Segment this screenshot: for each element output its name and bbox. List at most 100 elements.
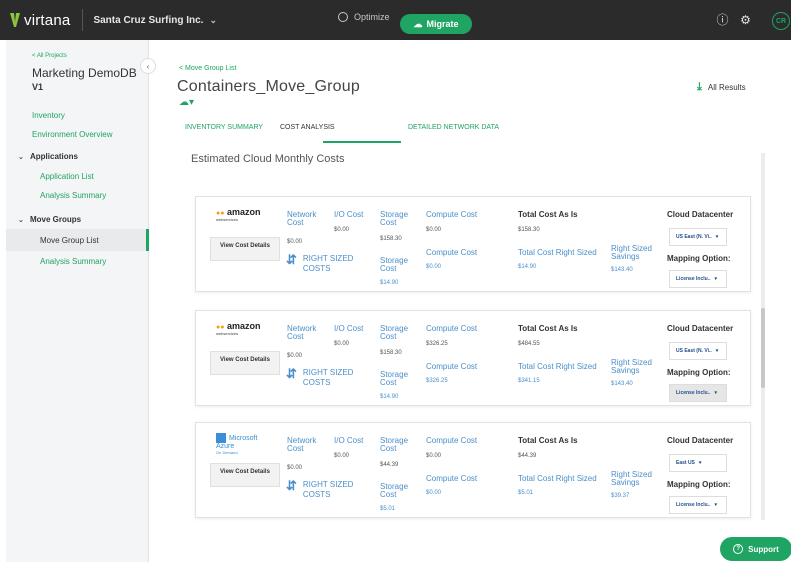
right-sized-costs-label: RIGHT SIZED COSTS <box>302 254 354 273</box>
chevron-down-icon: ▾ <box>714 276 717 282</box>
rs-compute-cost-value: $326.25 <box>426 378 448 384</box>
mapping-option-label: Mapping Option: <box>667 480 731 489</box>
support-label: Support <box>748 544 779 554</box>
compute-cost-value: $326.25 <box>426 341 448 347</box>
vendor-name: amazon <box>226 207 261 217</box>
sidebar-item-environment-overview[interactable]: Environment Overview <box>32 130 112 139</box>
tab-inventory-summary[interactable]: INVENTORY SUMMARY <box>185 124 263 131</box>
compute-cost-label: Compute Cost <box>426 436 478 445</box>
right-sized-costs: ⇵ RIGHT SIZED COSTS <box>286 479 363 500</box>
migrate-button[interactable]: ☁ Migrate <box>400 14 472 34</box>
rs-storage-cost-value: $14.90 <box>380 280 399 286</box>
cloud-upload-icon[interactable]: ☁▾ <box>179 97 194 108</box>
sidebar-section-label: Applications <box>30 152 79 161</box>
mapping-option-select[interactable]: License Inclu.. ▾ <box>669 270 727 288</box>
network-cost-value: $0.00 <box>287 239 303 245</box>
sidebar: < All Projects Marketing DemoDB V1 ‹ Inv… <box>6 40 156 562</box>
sort-icon: ⇵ <box>286 252 297 267</box>
tab-cost-analysis[interactable]: COST ANALYSIS <box>280 124 335 131</box>
right-sized-savings-value: $39.37 <box>611 493 630 499</box>
storage-cost-value: $44.39 <box>380 462 399 468</box>
datacenter-value: US East (N. Vi.. <box>676 234 712 240</box>
aws-icon: ●● <box>216 210 225 217</box>
datacenter-select[interactable]: US East (N. Vi.. ▾ <box>669 228 727 246</box>
right-sized-savings-value: $143.40 <box>611 267 633 273</box>
storage-cost-label: Storage Cost <box>380 436 409 453</box>
rs-storage-cost-label: Storage Cost <box>380 256 409 273</box>
all-results-button[interactable]: ⤓ All Results <box>697 76 767 98</box>
top-bar: virtana Santa Cruz Surfing Inc. ⌄ Optimi… <box>0 0 791 40</box>
view-cost-details-button[interactable]: View Cost Details <box>210 463 280 487</box>
sidebar-item-analysis-summary-2[interactable]: Analysis Summary <box>40 257 106 266</box>
compute-cost-label: Compute Cost <box>426 324 478 333</box>
network-cost-label: Network Cost <box>287 210 317 227</box>
view-cost-details-button[interactable]: View Cost Details <box>210 237 280 261</box>
network-cost-label: Network Cost <box>287 324 317 341</box>
storage-cost-value: $158.30 <box>380 236 402 242</box>
total-cost-as-is-value: $484.55 <box>518 341 540 347</box>
all-projects-link[interactable]: < All Projects <box>32 53 67 59</box>
compute-cost-value: $0.00 <box>426 227 442 233</box>
page-title: Containers_Move_Group <box>177 78 360 95</box>
total-cost-right-sized-label: Total Cost Right Sized <box>518 474 597 483</box>
rs-compute-cost-label: Compute Cost <box>426 248 478 257</box>
mapping-option-value: License Inclu.. <box>676 502 711 508</box>
scrollbar-thumb[interactable] <box>761 308 765 388</box>
datacenter-select[interactable]: East US ▾ <box>669 454 727 472</box>
project-name: Marketing DemoDB <box>32 66 137 80</box>
total-cost-as-is-value: $44.39 <box>518 453 537 459</box>
sidebar-item-inventory[interactable]: Inventory <box>32 111 65 120</box>
divider <box>82 9 84 31</box>
total-cost-as-is-value: $158.30 <box>518 227 540 233</box>
optimize-button[interactable]: Optimize <box>338 12 390 22</box>
sidebar-item-application-list[interactable]: Application List <box>40 172 94 181</box>
logo[interactable]: virtana <box>10 0 70 40</box>
sidebar-section-move-groups[interactable]: ⌄ Move Groups <box>18 215 81 224</box>
io-cost-value: $0.00 <box>334 227 350 233</box>
io-cost-label: I/O Cost <box>334 324 364 333</box>
tab-detailed-network-data[interactable]: DETAILED NETWORK DATA <box>408 124 499 131</box>
rs-storage-cost-value: $14.90 <box>380 394 399 400</box>
breadcrumb[interactable]: < Move Group List <box>179 65 236 72</box>
sidebar-item-move-group-list[interactable]: Move Group List <box>6 229 149 251</box>
right-sized-costs: ⇵ RIGHT SIZED COSTS <box>286 252 363 274</box>
chevron-down-icon: ⌄ <box>18 154 24 161</box>
sidebar-section-applications[interactable]: ⌄ Applications <box>18 152 78 161</box>
mapping-option-select[interactable]: License Inclu.. ▾ <box>669 496 727 514</box>
right-sized-savings-value: $143.40 <box>611 381 633 387</box>
avatar[interactable]: CR <box>772 12 790 30</box>
azure-logo: Microsoft Azure On Demand <box>216 433 276 455</box>
network-cost-value: $0.00 <box>287 465 303 471</box>
mapping-option-select[interactable]: License Inclu.. ▾ <box>669 384 727 402</box>
org-name: Santa Cruz Surfing Inc. <box>93 14 204 26</box>
gear-icon[interactable]: ⚙ <box>739 14 752 27</box>
total-cost-right-sized-label: Total Cost Right Sized <box>518 362 597 371</box>
chevron-down-icon: ▾ <box>715 234 719 240</box>
right-sized-costs: ⇵ RIGHT SIZED COSTS <box>286 367 363 388</box>
sidebar-item-analysis-summary[interactable]: Analysis Summary <box>40 191 106 200</box>
app-name: virtana <box>24 11 71 29</box>
chevron-down-icon: ▾ <box>715 348 719 354</box>
all-results-label: All Results <box>707 82 746 92</box>
vendor-sub: webservices <box>216 217 239 222</box>
chevron-left-icon: ‹ <box>146 61 150 71</box>
cloud-datacenter-label: Cloud Datacenter <box>667 436 734 445</box>
right-sized-savings-label: Right Sized Savings <box>611 470 652 487</box>
right-sized-costs-label: RIGHT SIZED COSTS <box>302 480 354 499</box>
support-button[interactable]: ? Support <box>720 537 791 561</box>
sidebar-section-label: Move Groups <box>30 215 82 224</box>
help-icon[interactable]: ⓘ <box>716 14 729 27</box>
migrate-icon: ☁ <box>413 18 423 29</box>
migrate-label: Migrate <box>426 19 459 29</box>
datacenter-select[interactable]: US East (N. Vi.. ▾ <box>669 342 727 360</box>
compute-cost-value: $0.00 <box>426 453 442 459</box>
scrollbar[interactable] <box>761 153 765 520</box>
mapping-option-label: Mapping Option: <box>667 368 731 377</box>
rs-compute-cost-label: Compute Cost <box>426 474 478 483</box>
view-cost-details-button[interactable]: View Cost Details <box>210 351 280 375</box>
org-selector[interactable]: Santa Cruz Surfing Inc. ⌄ <box>93 15 217 26</box>
rs-compute-cost-value: $0.00 <box>426 264 442 270</box>
io-cost-label: I/O Cost <box>334 210 364 219</box>
io-cost-value: $0.00 <box>334 341 350 347</box>
collapse-sidebar-button[interactable]: ‹ <box>140 58 156 74</box>
